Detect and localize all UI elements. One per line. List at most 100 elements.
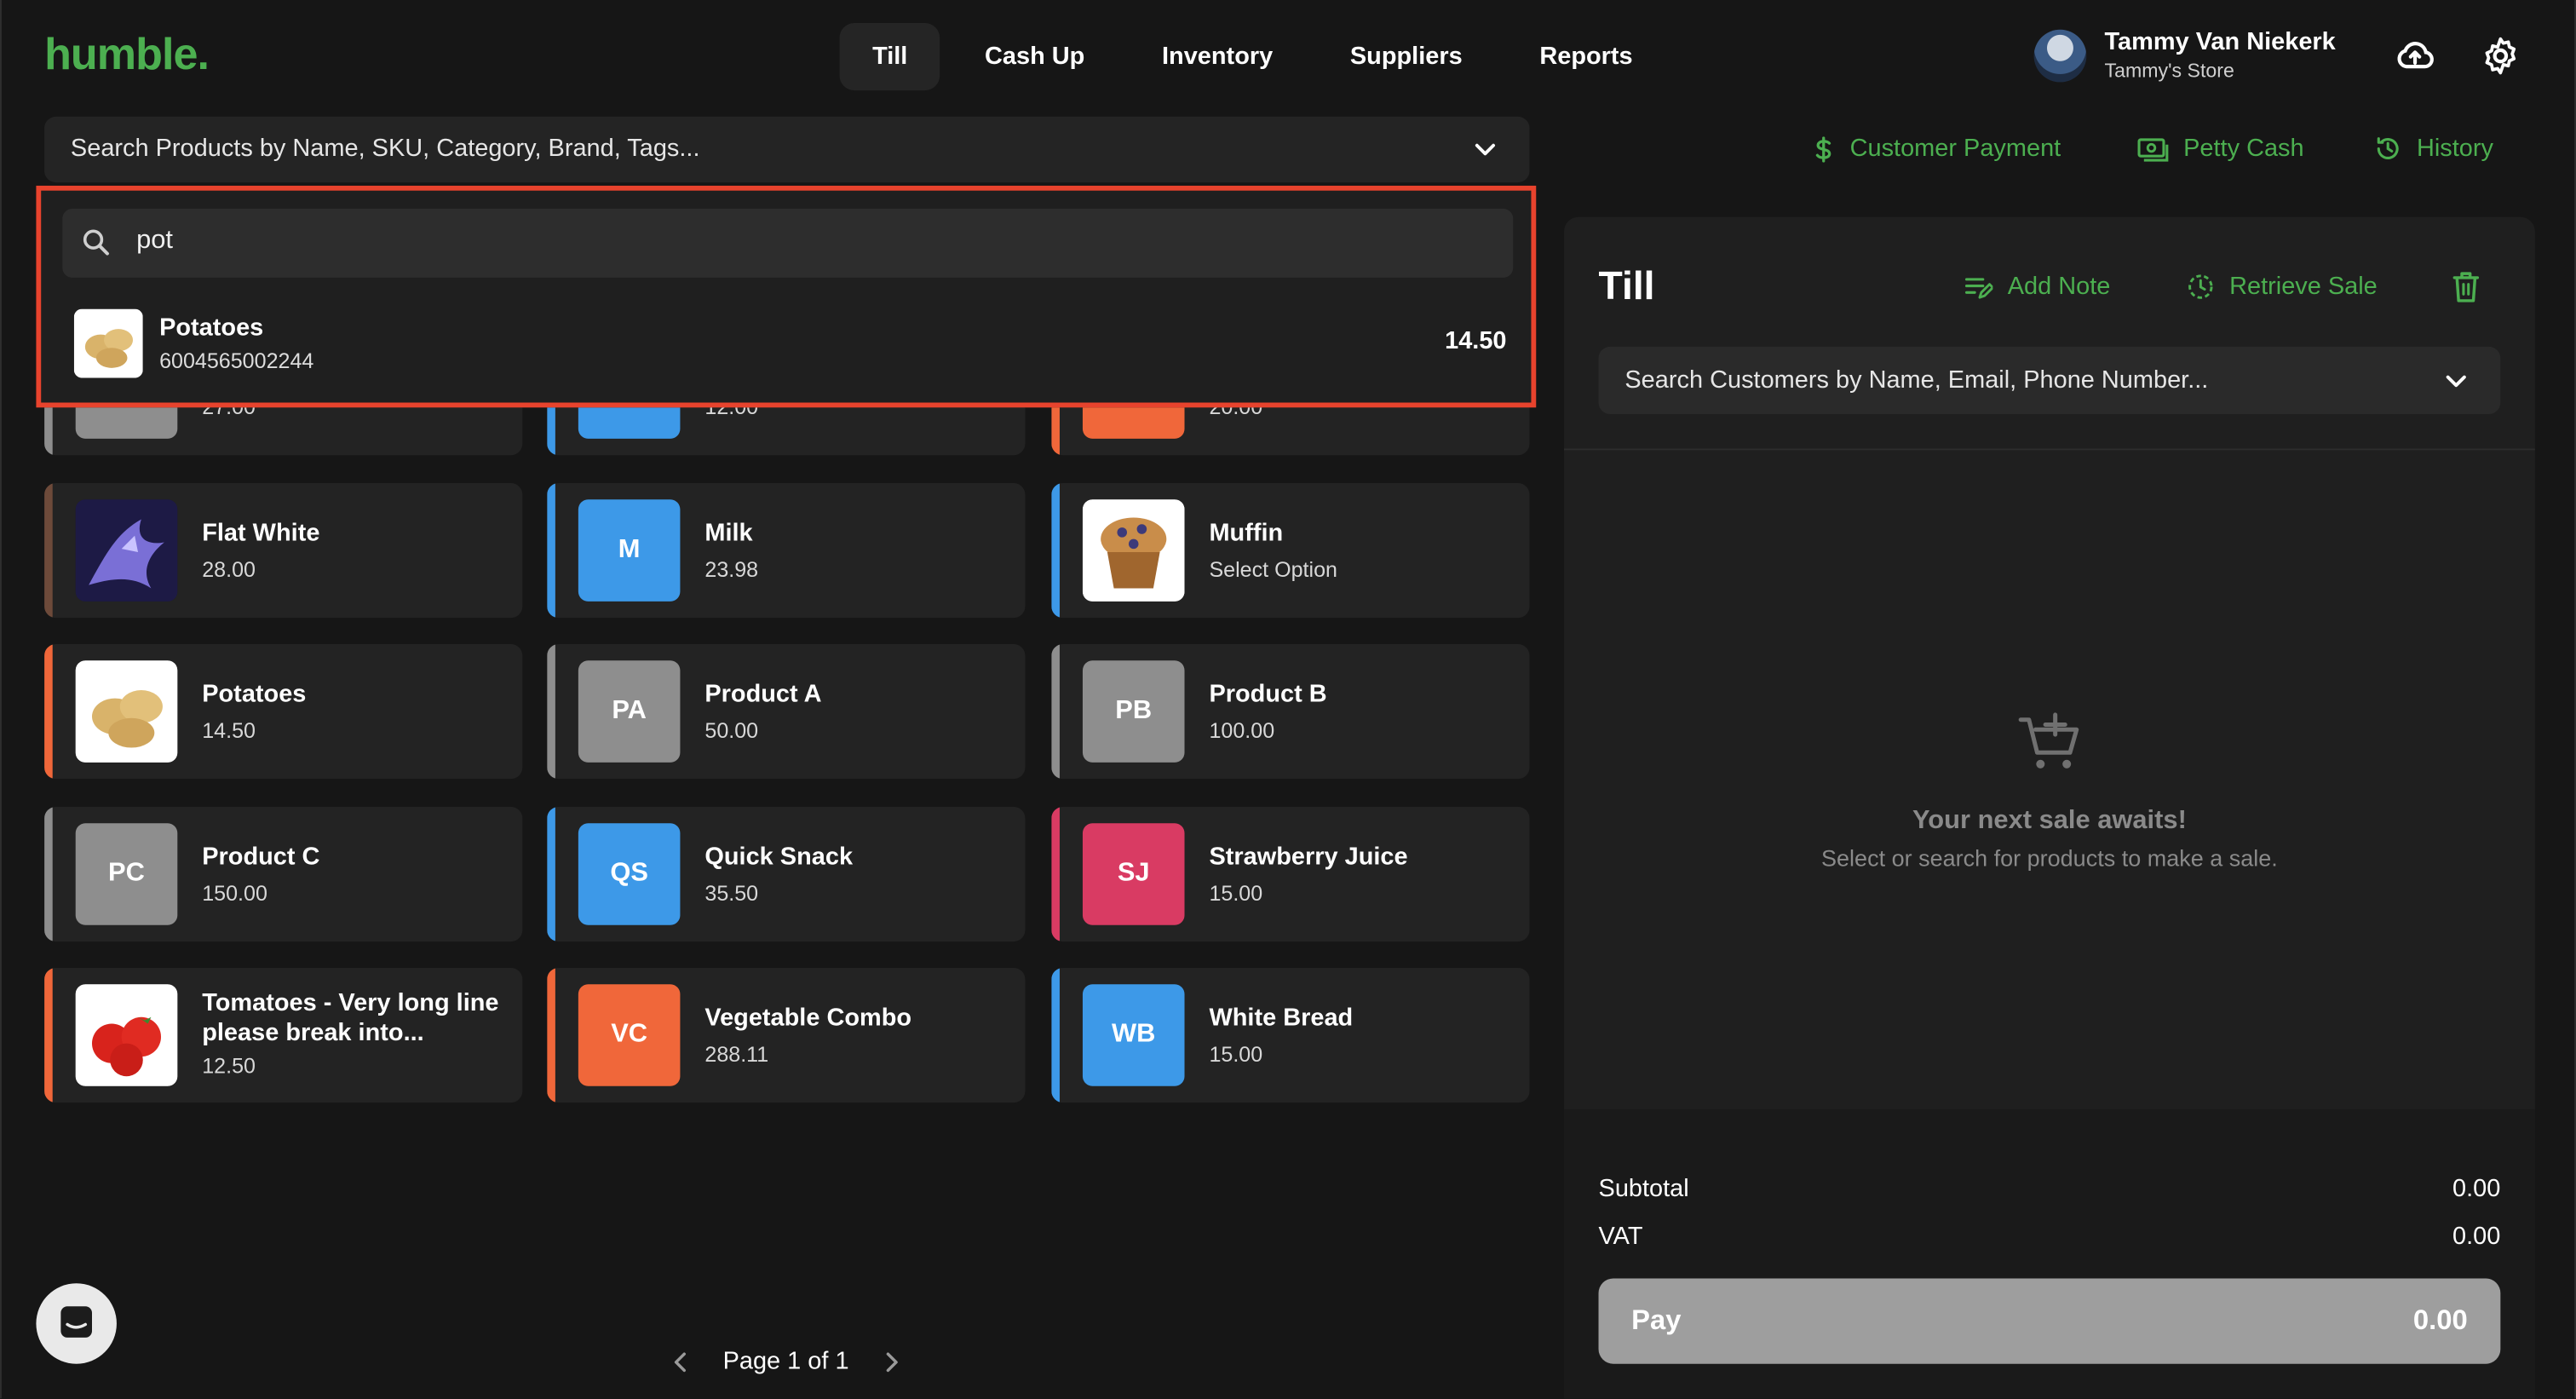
product-card-quick-snack[interactable]: QS Quick Snack 35.50 [547, 806, 1026, 942]
gear-icon[interactable] [2479, 35, 2521, 78]
history-button[interactable]: History [2374, 135, 2493, 163]
muffin-image [1082, 499, 1185, 602]
result-price: 14.50 [1445, 326, 1507, 355]
retrieve-sale-label: Retrieve Sale [2229, 273, 2378, 301]
tab-reports[interactable]: Reports [1507, 23, 1665, 90]
product-name: Strawberry Juice [1209, 843, 1408, 872]
brand-logo: humble. [44, 29, 210, 79]
petty-cash-label: Petty Cash [2183, 135, 2304, 163]
add-note-label: Add Note [2007, 273, 2111, 301]
totals-section: Subtotal 0.00 VAT 0.00 Pay 0.00 [1564, 1108, 2535, 1399]
tab-suppliers[interactable]: Suppliers [1317, 23, 1495, 90]
product-card-vegetable-combo[interactable]: VC Vegetable Combo 288.11 [547, 967, 1026, 1103]
vat-label: VAT [1598, 1222, 1643, 1251]
vat-row: VAT 0.00 [1599, 1223, 2501, 1251]
retrieve-sale-button[interactable]: Retrieve Sale [2187, 273, 2378, 301]
chevron-right-icon[interactable] [878, 1348, 905, 1374]
result-sku: 6004565002244 [159, 348, 314, 373]
product-card-product-c[interactable]: PC Product C 150.00 [44, 806, 523, 942]
product-price: 12.50 [202, 1053, 256, 1079]
dropdown-search-input[interactable]: pot [62, 208, 1514, 278]
tomato-image [75, 984, 178, 1086]
search-icon [83, 229, 109, 256]
tab-till[interactable]: Till [839, 23, 940, 91]
product-initials: VC [578, 984, 681, 1086]
subtotal-label: Subtotal [1598, 1174, 1689, 1203]
product-card-strawberry-juice[interactable]: SJ Strawberry Juice 15.00 [1051, 806, 1530, 942]
cash-icon [2137, 137, 2169, 161]
product-search-select[interactable]: Search Products by Name, SKU, Category, … [44, 116, 1530, 183]
product-initials: M [578, 499, 681, 602]
product-card-milk[interactable]: M Milk 23.98 [547, 483, 1026, 619]
product-name: Milk [704, 519, 753, 548]
pay-button[interactable]: Pay 0.00 [1598, 1278, 2501, 1364]
potato-image [73, 308, 143, 378]
page-label: Page 1 of 1 [722, 1347, 849, 1376]
product-initials: PB [1082, 660, 1185, 763]
empty-title: Your next sale awaits! [1912, 806, 2187, 835]
avatar [2033, 29, 2087, 83]
product-price: 50.00 [704, 717, 759, 743]
tab-inventory[interactable]: Inventory [1129, 23, 1305, 90]
product-price: 23.98 [704, 556, 759, 582]
history-icon [2377, 137, 2399, 159]
product-search-dropdown: pot Potatoes 6004565002244 14.50 [36, 185, 1537, 408]
dragon-image [75, 499, 178, 602]
result-name: Potatoes [159, 314, 264, 343]
product-card-white-bread[interactable]: WB White Bread 15.00 [1051, 967, 1530, 1103]
product-name: Potatoes [202, 680, 307, 709]
empty-cart-state: Your next sale awaits! Select or search … [1564, 710, 2535, 871]
product-initials: WB [1082, 984, 1185, 1086]
product-price: 15.00 [1209, 880, 1263, 906]
pay-amount: 0.00 [2412, 1304, 2468, 1336]
product-price: 100.00 [1209, 717, 1275, 743]
product-name: Tomatoes - Very long line please break i… [202, 989, 499, 1047]
product-name: Vegetable Combo [704, 1004, 912, 1033]
chevron-left-icon[interactable] [667, 1348, 693, 1374]
product-price: Select Option [1209, 556, 1337, 582]
empty-subtitle: Select or search for products to make a … [1821, 844, 2278, 872]
product-card-potatoes[interactable]: Potatoes 14.50 [44, 644, 523, 780]
user-profile[interactable]: Tammy Van Niekerk Tammy's Store [2033, 28, 2336, 84]
add-note-button[interactable]: Add Note [1964, 273, 2111, 301]
customer-search-select[interactable]: Search Customers by Name, Email, Phone N… [1598, 346, 2501, 415]
petty-cash-button[interactable]: Petty Cash [2137, 135, 2304, 163]
tab-cash-up[interactable]: Cash Up [952, 23, 1117, 90]
till-panel: Till Add Note Retrieve Sale Search Custo… [1564, 216, 2535, 1399]
chevron-down-icon [2446, 375, 2466, 388]
app-window: humble. Till Cash Up Inventory Suppliers… [0, 0, 2576, 1399]
search-result-item[interactable]: Potatoes 6004565002244 14.50 [73, 308, 1507, 378]
product-price: 150.00 [202, 880, 267, 906]
chat-launcher-button[interactable] [36, 1283, 117, 1364]
product-name: White Bread [1209, 1004, 1354, 1033]
product-card-muffin[interactable]: Muffin Select Option [1051, 483, 1530, 619]
product-card-flat-white[interactable]: Flat White 28.00 [44, 483, 523, 619]
product-card-product-b[interactable]: PB Product B 100.00 [1051, 644, 1530, 780]
till-title: Till [1598, 264, 1655, 309]
product-card-tomatoes[interactable]: Tomatoes - Very long line please break i… [44, 967, 523, 1103]
till-header: Till Add Note Retrieve Sale Search Custo… [1564, 217, 2535, 451]
dollar-icon [1815, 135, 1831, 162]
product-price: 15.00 [1209, 1041, 1263, 1067]
customer-search-placeholder: Search Customers by Name, Email, Phone N… [1624, 366, 2209, 394]
pay-label: Pay [1631, 1304, 1682, 1336]
cart-add-icon [2017, 712, 2079, 769]
product-initials: QS [578, 823, 681, 925]
trash-icon[interactable] [2451, 269, 2481, 304]
product-name: Product C [202, 843, 320, 872]
product-name: Product A [704, 680, 822, 709]
note-edit-icon [1964, 277, 1993, 298]
chevron-down-icon [1475, 143, 1496, 156]
product-card-product-a[interactable]: PA Product A 50.00 [547, 644, 1026, 780]
product-name: Quick Snack [704, 843, 854, 872]
customer-payment-button[interactable]: Customer Payment [1812, 135, 2061, 163]
product-initials: PA [578, 660, 681, 763]
cloud-upload-icon[interactable] [2394, 35, 2436, 78]
product-name: Product B [1209, 680, 1327, 709]
vat-value: 0.00 [2452, 1222, 2501, 1251]
chat-icon [60, 1306, 93, 1338]
product-search-placeholder: Search Products by Name, SKU, Category, … [70, 135, 700, 163]
product-initials: SJ [1082, 823, 1185, 925]
product-name: Flat White [202, 519, 320, 548]
profile-store: Tammy's Store [2104, 59, 2234, 83]
